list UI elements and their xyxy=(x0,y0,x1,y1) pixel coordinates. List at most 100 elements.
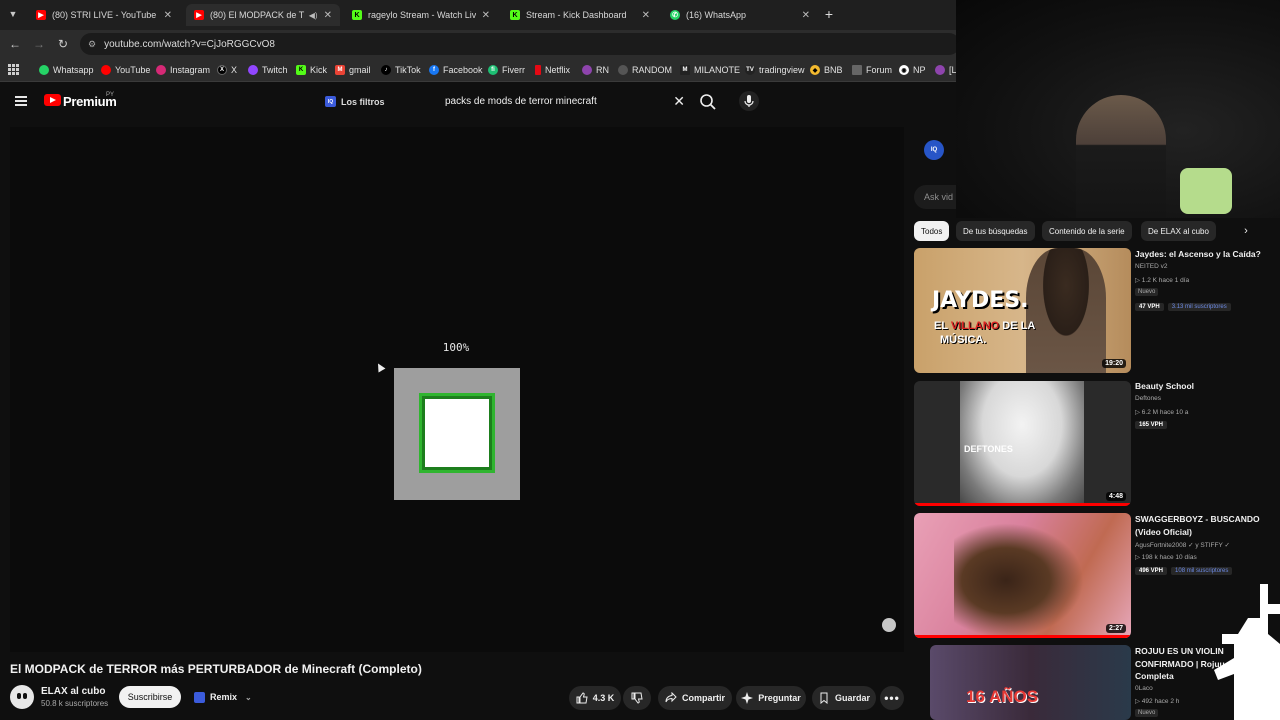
video-player[interactable]: 100% xyxy=(10,127,904,652)
recommendation-thumbnail[interactable]: 2:27 xyxy=(914,513,1131,638)
microphone-icon[interactable] xyxy=(739,91,759,111)
recommendation-thumbnail[interactable]: JAYDES. EL VILLANO DE LA MÚSICA. 19:20 xyxy=(914,248,1131,373)
recommendation-title[interactable]: Jaydes: el Ascenso y la Caída? xyxy=(1135,248,1275,261)
search-icon[interactable] xyxy=(697,91,719,113)
remix-button[interactable]: Remix ⌄ xyxy=(188,686,254,708)
close-tab-icon[interactable]: ✕ xyxy=(642,10,650,21)
tradingview-icon: TV xyxy=(745,65,755,75)
bookmark-item[interactable]: Whatsapp xyxy=(39,63,94,77)
new-tab-button[interactable]: + xyxy=(822,6,836,22)
share-button[interactable]: Compartir xyxy=(658,686,732,710)
apps-grid-icon[interactable] xyxy=(8,64,19,75)
close-tab-icon[interactable]: ✕ xyxy=(482,10,490,21)
bookmark-item[interactable]: RN xyxy=(582,63,609,77)
bookmark-item[interactable]: [L xyxy=(935,63,957,77)
recommendation-thumbnail[interactable]: 16 AÑOS xyxy=(930,645,1131,720)
country-code: PY xyxy=(106,92,115,98)
bookmark-item[interactable]: TV tradingview xyxy=(745,63,805,77)
thumbnail-people xyxy=(954,523,1084,638)
ask-button[interactable]: Preguntar xyxy=(736,686,806,710)
bookmark-label: TikTok xyxy=(395,65,421,75)
iq-extension-icon: IQ xyxy=(325,96,336,107)
tab-search-icon[interactable]: ▼ xyxy=(6,7,20,21)
forward-arrow-icon[interactable]: → xyxy=(31,36,47,52)
save-button[interactable]: Guardar xyxy=(812,686,876,710)
clear-search-icon[interactable]: ✕ xyxy=(673,93,685,110)
recommendation-channel[interactable]: 0Laco xyxy=(1135,685,1153,692)
subscribe-button[interactable]: Suscribirse xyxy=(119,686,181,708)
channel-name[interactable]: ELAX al cubo xyxy=(41,686,105,697)
back-arrow-icon[interactable]: ← xyxy=(7,36,23,52)
youtube-logo-icon[interactable] xyxy=(44,94,61,106)
share-label: Compartir xyxy=(681,693,725,703)
bookmark-item[interactable]: XX xyxy=(217,63,237,77)
close-tab-icon[interactable]: ✕ xyxy=(802,10,810,21)
channel-avatar[interactable] xyxy=(10,685,34,709)
iq-extension-icon[interactable]: IQ xyxy=(924,140,944,160)
thumbnail-text-highlight: VILLANO xyxy=(950,320,1000,332)
new-badge: Nuevo xyxy=(1135,288,1159,296)
subscriber-count: 50.8 k suscriptores xyxy=(41,699,109,708)
menu-icon[interactable] xyxy=(15,96,27,106)
browser-tab[interactable]: ✆ (16) WhatsApp ✕ xyxy=(662,4,818,26)
whatsapp-icon xyxy=(39,65,49,75)
recommendation-channel[interactable]: AgusFortnite2008 ✓ y STIFFY ✓ xyxy=(1135,541,1230,549)
instagram-icon xyxy=(156,65,166,75)
filters-button[interactable]: IQ Los filtros xyxy=(325,93,385,110)
reload-icon[interactable]: ↻ xyxy=(55,36,71,52)
browser-tab[interactable]: ▶ (80) STRI LIVE - YouTube ✕ xyxy=(28,4,180,26)
more-actions-button[interactable]: ••• xyxy=(880,686,904,710)
recommendation-thumbnail[interactable]: DEFTONES 4:48 xyxy=(914,381,1131,506)
chip-all[interactable]: Todos xyxy=(914,221,950,241)
bookmark-item[interactable]: f Facebook xyxy=(429,63,483,77)
ghost-icon xyxy=(882,618,896,632)
tab-title: (80) STRI LIVE - YouTube xyxy=(52,10,157,20)
bookmark-item[interactable]: Mgmail xyxy=(335,63,371,77)
search-input[interactable]: packs de mods de terror minecraft ✕ xyxy=(435,89,691,114)
browser-tab[interactable]: K rageylo Stream - Watch Live on ✕ xyxy=(344,4,498,26)
bookmark-item[interactable]: Forum xyxy=(852,63,892,77)
chip-series[interactable]: Contenido de la serie xyxy=(1042,221,1132,241)
bookmark-item[interactable]: RANDOM xyxy=(618,63,672,77)
close-tab-icon[interactable]: ✕ xyxy=(324,10,332,21)
bookmark-item[interactable]: Instagram xyxy=(156,63,210,77)
bookmark-label: Instagram xyxy=(170,65,211,75)
site-info-icon[interactable]: ⚙ xyxy=(88,39,96,50)
dislike-button[interactable] xyxy=(623,686,651,710)
recommendation-title[interactable]: SWAGGERBOYZ - BUSCANDO (Video Oficial) xyxy=(1135,513,1275,538)
green-cup xyxy=(1180,168,1232,214)
bookmark-item[interactable]: M MILANOTE xyxy=(680,63,740,77)
youtube-icon xyxy=(101,65,111,75)
recommendation-channel[interactable]: NEITED v2 xyxy=(1135,263,1168,270)
bookmark-item[interactable]: ♪ TikTok xyxy=(381,63,421,77)
bookmark-label: Kick xyxy=(310,65,328,75)
address-bar[interactable]: ⚙ youtube.com/watch?v=CjJoRGGCvO8 xyxy=(80,33,960,55)
bookmark-item[interactable]: ◆ BNB xyxy=(810,63,843,77)
bookmark-item[interactable]: K Kick xyxy=(296,63,327,77)
browser-tab-active[interactable]: ▶ (80) El MODPACK de TERROR ◀) ✕ xyxy=(186,4,340,26)
speaker-icon[interactable]: ◀) xyxy=(309,11,318,20)
bookmark-label: BNB xyxy=(824,65,843,75)
tab-title: Stream - Kick Dashboard xyxy=(526,10,627,20)
chip-channel[interactable]: De ELAX al cubo xyxy=(1141,221,1216,241)
chevron-right-icon[interactable]: › xyxy=(1238,223,1254,239)
thumbnail-text: 16 AÑOS xyxy=(966,687,1039,706)
close-tab-icon[interactable]: ✕ xyxy=(164,10,172,21)
chip-from-searches[interactable]: De tus búsquedas xyxy=(956,221,1035,241)
more-horizontal-icon: ••• xyxy=(884,691,900,705)
recommendation-channel[interactable]: Deftones xyxy=(1135,395,1161,402)
recommendation-title[interactable]: Beauty School xyxy=(1135,380,1275,393)
twitch-icon xyxy=(248,65,258,75)
bookmark-item[interactable]: Netflix xyxy=(535,63,570,77)
ask-label: Preguntar xyxy=(758,693,801,703)
bookmark-item[interactable]: fi Fiverr xyxy=(488,63,525,77)
recommendation-title[interactable]: ROJUU ES UN VIOLIN CONFIRMADO | Rojuu Co… xyxy=(1135,645,1225,683)
bookmark-item[interactable]: YouTube xyxy=(101,63,150,77)
browser-tab[interactable]: K Stream - Kick Dashboard ✕ xyxy=(502,4,658,26)
thumbnail-text: DEFTONES xyxy=(964,444,1013,454)
youtube-icon: ▶ xyxy=(194,10,204,20)
bookmark-item[interactable]: Twitch xyxy=(248,63,288,77)
bookmark-item[interactable]: ◉ NP xyxy=(899,63,926,77)
like-button[interactable]: 4.3 K xyxy=(569,686,621,710)
bookmark-label: gmail xyxy=(349,65,371,75)
